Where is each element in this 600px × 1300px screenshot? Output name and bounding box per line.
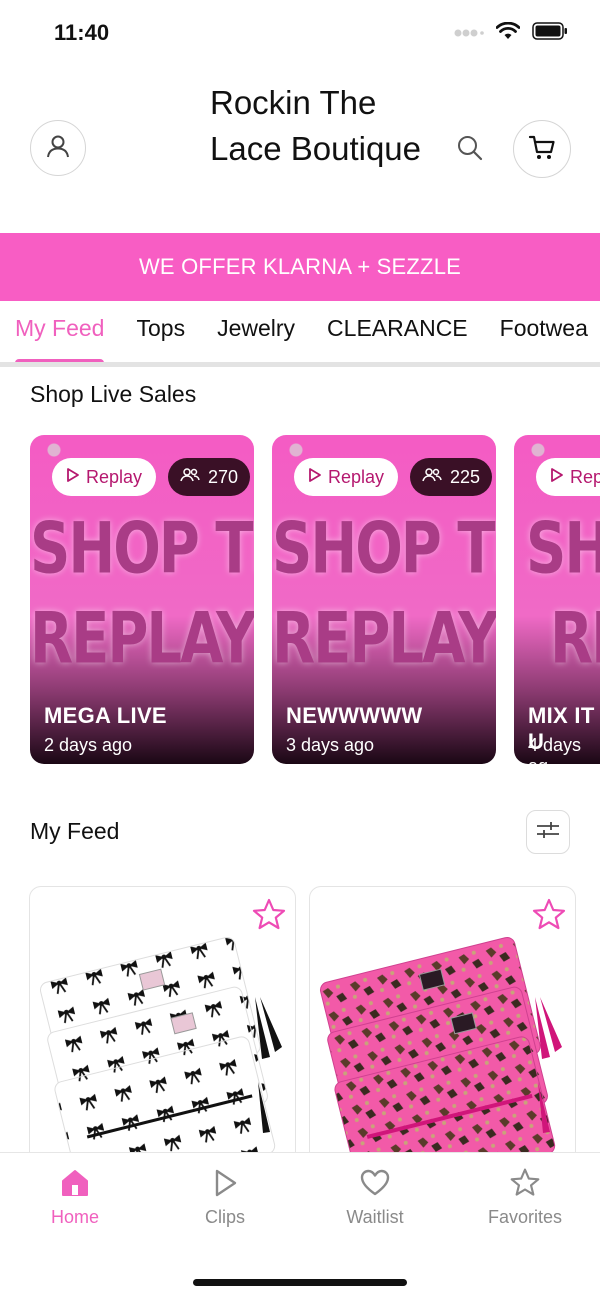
search-icon	[455, 136, 485, 167]
live-time: 2 days ago	[44, 735, 133, 755]
home-indicator	[193, 1279, 407, 1286]
tab-footwear[interactable]: Footwea	[500, 301, 588, 365]
viewers-badge: 270	[168, 458, 251, 496]
replay-button[interactable]: Rep	[536, 458, 600, 496]
live-card[interactable]: SHOP THEREPLAY Replay 270 MEGA LIVE 2 da…	[30, 435, 254, 764]
art-line: SHOP THE	[30, 508, 254, 590]
battery-icon	[532, 22, 568, 45]
category-tabs: My Feed Tops Jewelry CLEARANCE Footwea	[0, 301, 600, 365]
tab-label: Tops	[136, 315, 186, 341]
card-artwork: SHOP THEREPLAY	[272, 505, 496, 685]
star-icon	[465, 1167, 585, 1199]
bottom-nav: Home Clips Waitlist Favorites	[0, 1152, 600, 1300]
cellular-signal-icon	[454, 25, 484, 43]
tab-label: Jewelry	[217, 315, 296, 341]
nav-label: Clips	[204, 1207, 245, 1227]
live-time: 3 days ago	[286, 735, 375, 755]
tab-clearance[interactable]: CLEARANCE	[327, 301, 468, 365]
nav-home[interactable]: Home	[15, 1167, 135, 1228]
filter-button[interactable]	[526, 810, 570, 854]
play-icon	[66, 467, 80, 488]
live-card[interactable]: SHOPRE Rep MIX IT U 4 days ag	[514, 435, 600, 764]
card-artwork: SHOP THEREPLAY	[30, 505, 254, 685]
art-line: SHOP	[526, 508, 600, 590]
art-line: SHOP THE	[272, 508, 496, 590]
product-card[interactable]	[29, 886, 296, 1186]
live-card[interactable]: SHOP THEREPLAY Replay 225 NEWWWWW 3 days…	[272, 435, 496, 764]
cart-button[interactable]	[513, 120, 571, 178]
search-button[interactable]	[455, 133, 487, 165]
sliders-icon	[535, 819, 561, 846]
tab-label: My Feed	[15, 315, 105, 341]
replay-label: Rep	[570, 466, 600, 487]
store-title: Rockin The Lace Boutique	[210, 84, 422, 167]
live-name: NEWWWWW	[286, 703, 423, 728]
card-artwork: SHOP RE	[526, 505, 600, 685]
wifi-icon	[495, 21, 521, 45]
viewer-count: 225	[450, 466, 481, 487]
promo-banner[interactable]: WE OFFER KLARNA + SEZZLE	[0, 233, 600, 301]
status-icons	[454, 21, 568, 45]
replay-button[interactable]: Replay	[294, 458, 399, 496]
nav-waitlist[interactable]: Waitlist	[315, 1167, 435, 1228]
feed-title: My Feed	[30, 818, 120, 844]
viewers-icon	[422, 467, 442, 488]
status-time: 11:40	[54, 20, 110, 45]
viewers-icon	[180, 467, 200, 488]
cart-icon	[527, 132, 557, 167]
play-icon	[550, 467, 564, 488]
replay-button[interactable]: Replay	[52, 458, 157, 496]
tab-jewelry[interactable]: Jewelry	[217, 301, 295, 365]
tab-my-feed[interactable]: My Feed	[15, 301, 105, 365]
live-name: MEGA LIVE	[44, 703, 167, 728]
favorite-star-icon[interactable]	[531, 897, 567, 938]
art-line: REPLAY	[272, 598, 496, 680]
nav-label: Favorites	[487, 1207, 563, 1227]
art-line: RE	[550, 598, 600, 680]
live-sales-title: Shop Live Sales	[30, 381, 197, 407]
tabs-divider	[0, 362, 600, 367]
user-icon	[45, 133, 71, 164]
replay-label: Replay	[86, 466, 143, 487]
play-icon	[308, 467, 322, 488]
heart-icon	[315, 1167, 435, 1199]
nav-clips[interactable]: Clips	[165, 1167, 285, 1228]
tab-label: Footwea	[499, 315, 588, 341]
nav-favorites[interactable]: Favorites	[465, 1167, 585, 1228]
viewer-count: 270	[208, 466, 239, 487]
nav-label: Waitlist	[346, 1207, 404, 1227]
live-time: 4 days ag	[528, 735, 582, 764]
nav-label: Home	[50, 1207, 99, 1227]
favorite-star-icon[interactable]	[251, 897, 287, 938]
home-icon	[15, 1167, 135, 1199]
account-button[interactable]	[30, 120, 86, 176]
tab-label: CLEARANCE	[327, 315, 468, 341]
play-icon	[165, 1167, 285, 1199]
tab-tops[interactable]: Tops	[136, 301, 185, 365]
viewers-badge: 225	[410, 458, 493, 496]
replay-label: Replay	[328, 466, 385, 487]
art-line: REPLAY	[30, 598, 254, 680]
product-card[interactable]	[309, 886, 576, 1186]
